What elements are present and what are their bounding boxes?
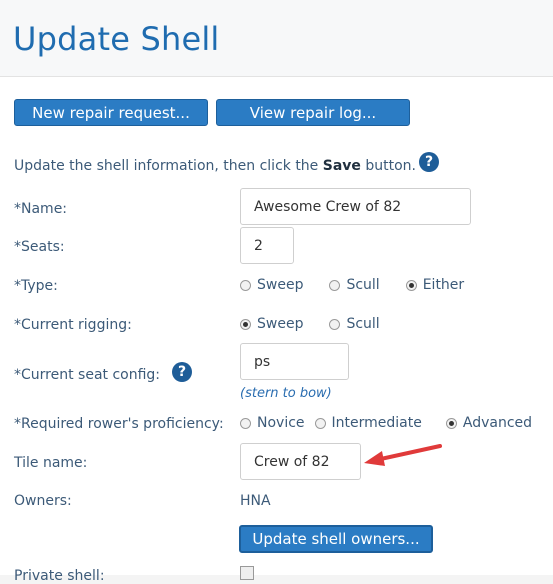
annotation-arrow-icon: [364, 444, 442, 466]
seat-config-label: *Current seat config:: [14, 367, 161, 383]
update-shell-owners-button[interactable]: Update shell owners...: [239, 525, 433, 553]
intro-after: button.: [360, 158, 416, 174]
proficiency-radio-novice[interactable]: [240, 417, 251, 429]
tile-name-input[interactable]: [240, 443, 361, 480]
rigging-label: *Current rigging:: [14, 317, 132, 333]
owners-label: Owners:: [14, 493, 72, 509]
type-radio-either[interactable]: [405, 279, 417, 291]
view-repair-log-button[interactable]: View repair log...: [216, 99, 410, 126]
rigging-radio-group: Sweep Scull: [240, 316, 406, 332]
type-option-scull: Scull: [346, 277, 380, 293]
intro-text: Update the shell information, then click…: [14, 158, 416, 174]
rigging-radio-scull[interactable]: [329, 318, 341, 330]
rigging-option-sweep: Sweep: [257, 316, 304, 332]
seats-input[interactable]: [240, 227, 294, 264]
type-radio-sweep[interactable]: [240, 279, 251, 291]
proficiency-radio-intermediate[interactable]: [314, 417, 326, 429]
name-label: *Name:: [14, 201, 68, 217]
proficiency-radio-advanced[interactable]: [445, 417, 457, 429]
seat-config-help-icon[interactable]: ?: [172, 362, 192, 382]
type-label: *Type:: [14, 278, 58, 294]
seat-config-input[interactable]: [240, 343, 349, 380]
proficiency-label: *Required rower's proficiency:: [14, 416, 224, 432]
proficiency-option-advanced: Advanced: [462, 415, 533, 431]
rigging-option-scull: Scull: [346, 316, 380, 332]
type-radio-scull[interactable]: [329, 279, 341, 291]
proficiency-option-novice: Novice: [257, 415, 305, 431]
name-input[interactable]: [240, 188, 471, 225]
type-option-sweep: Sweep: [257, 277, 304, 293]
rigging-radio-sweep[interactable]: [240, 318, 251, 330]
owners-value: HNA: [240, 493, 271, 509]
new-repair-request-button[interactable]: New repair request...: [14, 99, 208, 126]
seat-config-hint: (stern to bow): [240, 386, 332, 401]
intro-save-word: Save: [322, 158, 361, 174]
page-header: Update Shell: [0, 0, 553, 77]
seats-label: *Seats:: [14, 239, 65, 255]
tile-name-label: Tile name:: [14, 455, 88, 471]
help-icon[interactable]: ?: [419, 152, 439, 172]
proficiency-option-intermediate: Intermediate: [331, 415, 422, 431]
intro-before: Update the shell information, then click…: [14, 158, 323, 174]
type-option-either: Either: [422, 277, 465, 293]
type-radio-group: Sweep Scull Either: [240, 277, 490, 293]
page-title: Update Shell: [13, 20, 220, 58]
private-shell-label: Private shell:: [14, 568, 105, 584]
proficiency-radio-group: Novice Intermediate Advanced: [240, 415, 532, 431]
private-shell-checkbox[interactable]: [240, 566, 254, 580]
